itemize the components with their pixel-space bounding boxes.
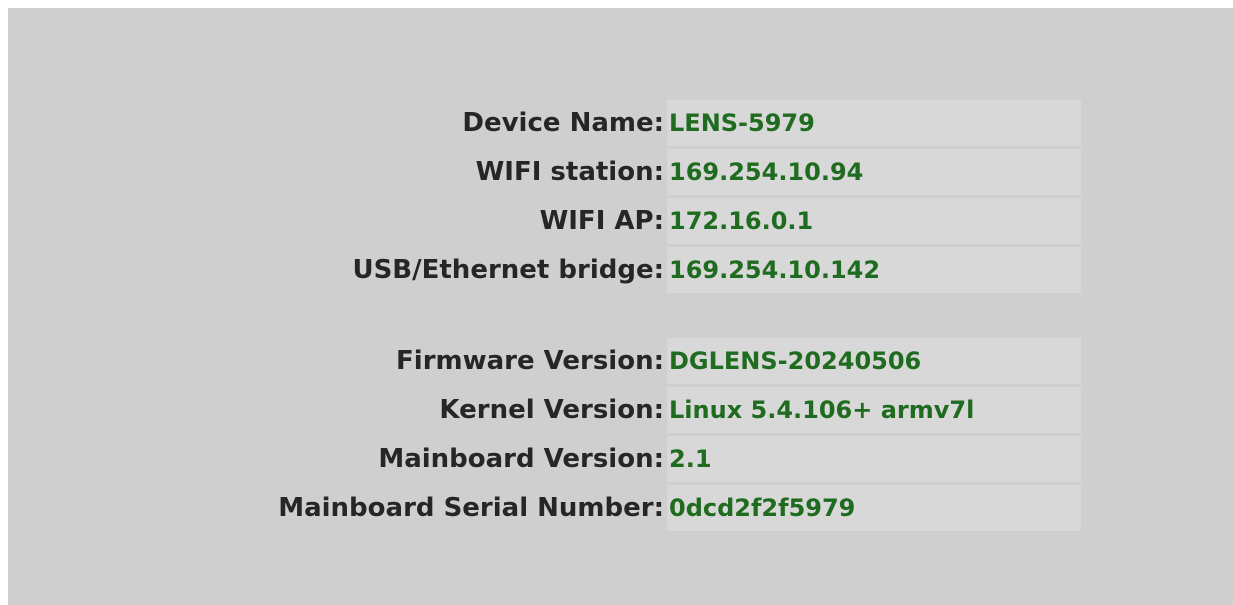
usb-ethernet-bridge-value: 169.254.10.142	[667, 247, 1081, 293]
device-name-value: LENS-5979	[667, 100, 1081, 146]
info-row-device-name: Device Name: LENS-5979	[8, 100, 1082, 146]
mainboard-serial-number-value: 0dcd2f2f5979	[667, 485, 1081, 531]
info-row-wifi-station: WIFI station: 169.254.10.94	[8, 149, 1082, 195]
mainboard-version-label: Mainboard Version:	[378, 444, 664, 474]
info-row-usb-ethernet-bridge: USB/Ethernet bridge: 169.254.10.142	[8, 247, 1082, 293]
info-row-wifi-ap: WIFI AP: 172.16.0.1	[8, 198, 1082, 244]
info-row-mainboard-version: Mainboard Version: 2.1	[8, 436, 1082, 482]
wifi-station-label: WIFI station:	[475, 157, 664, 187]
device-info-panel: Device Name: LENS-5979 WIFI station: 169…	[8, 8, 1233, 605]
mainboard-version-value: 2.1	[667, 436, 1081, 482]
device-info-table: Device Name: LENS-5979 WIFI station: 169…	[8, 100, 1082, 534]
info-row-kernel-version: Kernel Version: Linux 5.4.106+ armv7l	[8, 387, 1082, 433]
wifi-ap-label: WIFI AP:	[539, 206, 664, 236]
wifi-station-value: 169.254.10.94	[667, 149, 1081, 195]
mainboard-serial-number-label: Mainboard Serial Number:	[278, 493, 664, 523]
firmware-version-value: DGLENS-20240506	[667, 338, 1081, 384]
firmware-version-label: Firmware Version:	[396, 346, 664, 376]
info-row-firmware-version: Firmware Version: DGLENS-20240506	[8, 338, 1082, 384]
usb-ethernet-bridge-label: USB/Ethernet bridge:	[352, 255, 664, 285]
info-row-mainboard-serial-number: Mainboard Serial Number: 0dcd2f2f5979	[8, 485, 1082, 531]
wifi-ap-value: 172.16.0.1	[667, 198, 1081, 244]
device-name-label: Device Name:	[462, 108, 664, 138]
kernel-version-label: Kernel Version:	[439, 395, 664, 425]
kernel-version-value: Linux 5.4.106+ armv7l	[667, 387, 1081, 433]
